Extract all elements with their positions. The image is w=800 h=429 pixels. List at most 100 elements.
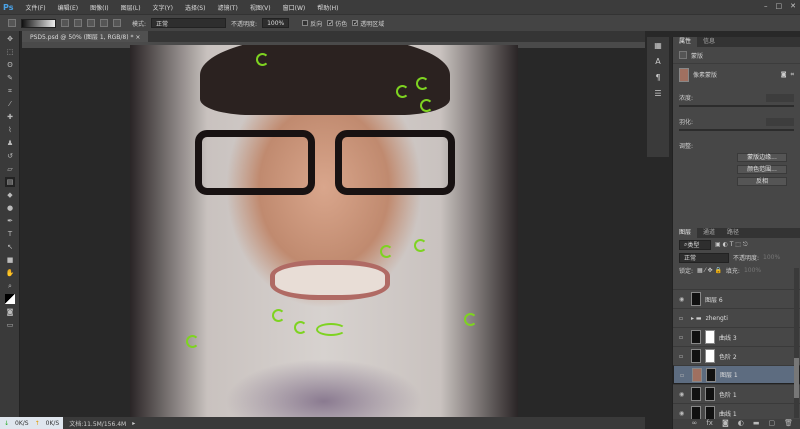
maximize-icon[interactable]: □	[776, 2, 783, 10]
marquee-tool-icon[interactable]: ⬚	[5, 47, 15, 57]
layer-row[interactable]: ▫ 曲线 3	[673, 327, 800, 346]
layer-name: 图层 6	[705, 296, 723, 304]
vector-mask-icon[interactable]: ⌗	[791, 71, 794, 79]
layer-row[interactable]: ◉ 图层 6	[673, 289, 800, 308]
tab-layers[interactable]: 图层	[673, 228, 698, 238]
eyedropper-tool-icon[interactable]: ⁄	[5, 99, 15, 109]
layer-row[interactable]: ◉ 色阶 1	[673, 384, 800, 403]
close-icon[interactable]: ✕	[790, 2, 796, 10]
dodge-tool-icon[interactable]: ●	[5, 203, 15, 213]
fx-icon[interactable]: fx	[706, 419, 713, 429]
status-menu-arrow-icon[interactable]: ▸	[132, 420, 135, 427]
menu-type[interactable]: 文字(Y)	[147, 3, 179, 12]
document-image[interactable]	[130, 45, 518, 420]
minimize-icon[interactable]: –	[764, 2, 768, 10]
close-tab-icon[interactable]: ×	[135, 34, 140, 41]
diamond-gradient-icon[interactable]	[113, 19, 121, 27]
density-input[interactable]	[766, 93, 794, 102]
document-tab[interactable]: PSD5.psd @ 50% (图层 1, RGB/8) * ×	[22, 31, 149, 42]
menu-window[interactable]: 窗口(W)	[277, 3, 312, 12]
layers-scrollbar[interactable]	[794, 268, 799, 418]
brush-tool-icon[interactable]: ⌇	[5, 125, 15, 135]
gradient-picker[interactable]	[21, 18, 56, 28]
visibility-eye-icon[interactable]: ▫	[679, 353, 687, 360]
new-layer-icon[interactable]: ▢	[768, 419, 775, 429]
path-select-tool-icon[interactable]: ↖	[5, 242, 15, 252]
density-slider[interactable]	[679, 105, 794, 107]
layer-row[interactable]: ▫ 色阶 2	[673, 346, 800, 365]
visibility-eye-icon[interactable]: ▫	[679, 334, 687, 341]
hand-tool-icon[interactable]: ✋	[5, 268, 15, 278]
menu-select[interactable]: 选择(S)	[179, 3, 212, 12]
mask-edge-button[interactable]: 蒙版边缘...	[737, 153, 787, 162]
visibility-eye-icon[interactable]: ▫	[680, 372, 688, 379]
dither-checkbox[interactable]: ✓ 仿色	[327, 19, 347, 28]
fill-input[interactable]: 100%	[744, 267, 761, 274]
radial-gradient-icon[interactable]	[74, 19, 82, 27]
blend-mode-select[interactable]: 正常	[679, 252, 729, 263]
transparency-checkbox[interactable]: ✓ 透明区域	[352, 19, 384, 28]
type-tool-icon[interactable]: T	[5, 229, 15, 239]
menu-view[interactable]: 视图(V)	[244, 3, 277, 12]
color-swatches-icon[interactable]	[5, 294, 15, 304]
tab-paths[interactable]: 路径	[721, 228, 745, 238]
stamp-tool-icon[interactable]: ♟	[5, 138, 15, 148]
new-group-icon[interactable]: ▬	[753, 419, 760, 429]
color-range-button[interactable]: 颜色范围...	[737, 165, 787, 174]
menu-file[interactable]: 文件(F)	[19, 3, 51, 12]
menu-help[interactable]: 帮助(H)	[311, 3, 344, 12]
move-tool-icon[interactable]: ✥	[5, 34, 15, 44]
shape-tool-icon[interactable]: ■	[5, 255, 15, 265]
visibility-eye-icon[interactable]: ◉	[679, 296, 687, 303]
trash-icon[interactable]: 🗑	[784, 419, 793, 429]
quick-select-tool-icon[interactable]: ✎	[5, 73, 15, 83]
pen-tool-icon[interactable]: ✒	[5, 216, 15, 226]
feather-slider[interactable]	[679, 129, 794, 131]
healing-tool-icon[interactable]: ✚	[5, 112, 15, 122]
adjustment-layer-icon[interactable]: ◐	[738, 419, 744, 429]
link-icon[interactable]: ∞	[692, 419, 698, 429]
history-brush-icon[interactable]: ↺	[5, 151, 15, 161]
angle-gradient-icon[interactable]	[87, 19, 95, 27]
reflected-gradient-icon[interactable]	[100, 19, 108, 27]
gradient-tool-preset-icon[interactable]	[8, 19, 16, 27]
adjustments-panel-icon[interactable]: ☰	[652, 89, 664, 101]
add-mask-icon[interactable]: ◙	[722, 419, 729, 429]
tab-info[interactable]: 信息	[697, 37, 721, 47]
quick-mask-icon[interactable]: ◙	[5, 307, 15, 317]
history-panel-icon[interactable]: ▦	[652, 41, 664, 53]
visibility-eye-icon[interactable]: ▫	[679, 315, 687, 322]
lasso-tool-icon[interactable]: ʘ	[5, 60, 15, 70]
menu-layer[interactable]: 图层(L)	[115, 3, 147, 12]
pixel-mask-icon[interactable]: ◙	[781, 71, 787, 78]
layer-row[interactable]: ▫ ▸ ▬ zhengti	[673, 308, 800, 327]
layer-opacity-input[interactable]: 100%	[763, 254, 780, 261]
paragraph-panel-icon[interactable]: ¶	[652, 73, 664, 85]
tab-channels[interactable]: 通道	[697, 228, 721, 238]
feather-input[interactable]	[766, 117, 794, 126]
opacity-input[interactable]: 100%	[262, 18, 290, 28]
mode-select[interactable]: 正常	[151, 18, 227, 28]
reverse-checkbox[interactable]: 反向	[302, 19, 322, 28]
lock-icons[interactable]: ▦ ⁄ ✥ 🔒	[697, 267, 722, 274]
linear-gradient-icon[interactable]	[61, 19, 69, 27]
visibility-eye-icon[interactable]: ◉	[679, 410, 687, 417]
character-panel-icon[interactable]: A	[652, 57, 664, 69]
visibility-eye-icon[interactable]: ◉	[679, 391, 687, 398]
menu-image[interactable]: 图像(I)	[84, 3, 114, 12]
invert-button[interactable]: 反相	[737, 177, 787, 186]
document-tab-label: PSD5.psd @ 50% (图层 1, RGB/8) *	[30, 34, 134, 41]
eraser-tool-icon[interactable]: ▱	[5, 164, 15, 174]
blur-tool-icon[interactable]: ◆	[5, 190, 15, 200]
zoom-tool-icon[interactable]: ⌕	[5, 281, 15, 291]
layer-row[interactable]: ▫ 图层 1	[673, 365, 800, 384]
gradient-tool-icon[interactable]: ▤	[5, 177, 15, 187]
layer-thumbnail	[691, 387, 701, 401]
tab-properties[interactable]: 属性	[673, 37, 698, 47]
filter-icons[interactable]: ▣ ◐ T ⬚ ⎋	[715, 241, 748, 249]
screen-mode-icon[interactable]: ▭	[5, 320, 15, 330]
layer-filter-select[interactable]: ⌕ 类型	[679, 239, 711, 250]
menu-edit[interactable]: 编辑(E)	[52, 3, 84, 12]
menu-filter[interactable]: 滤镜(T)	[211, 3, 243, 12]
crop-tool-icon[interactable]: ⌗	[5, 86, 15, 96]
